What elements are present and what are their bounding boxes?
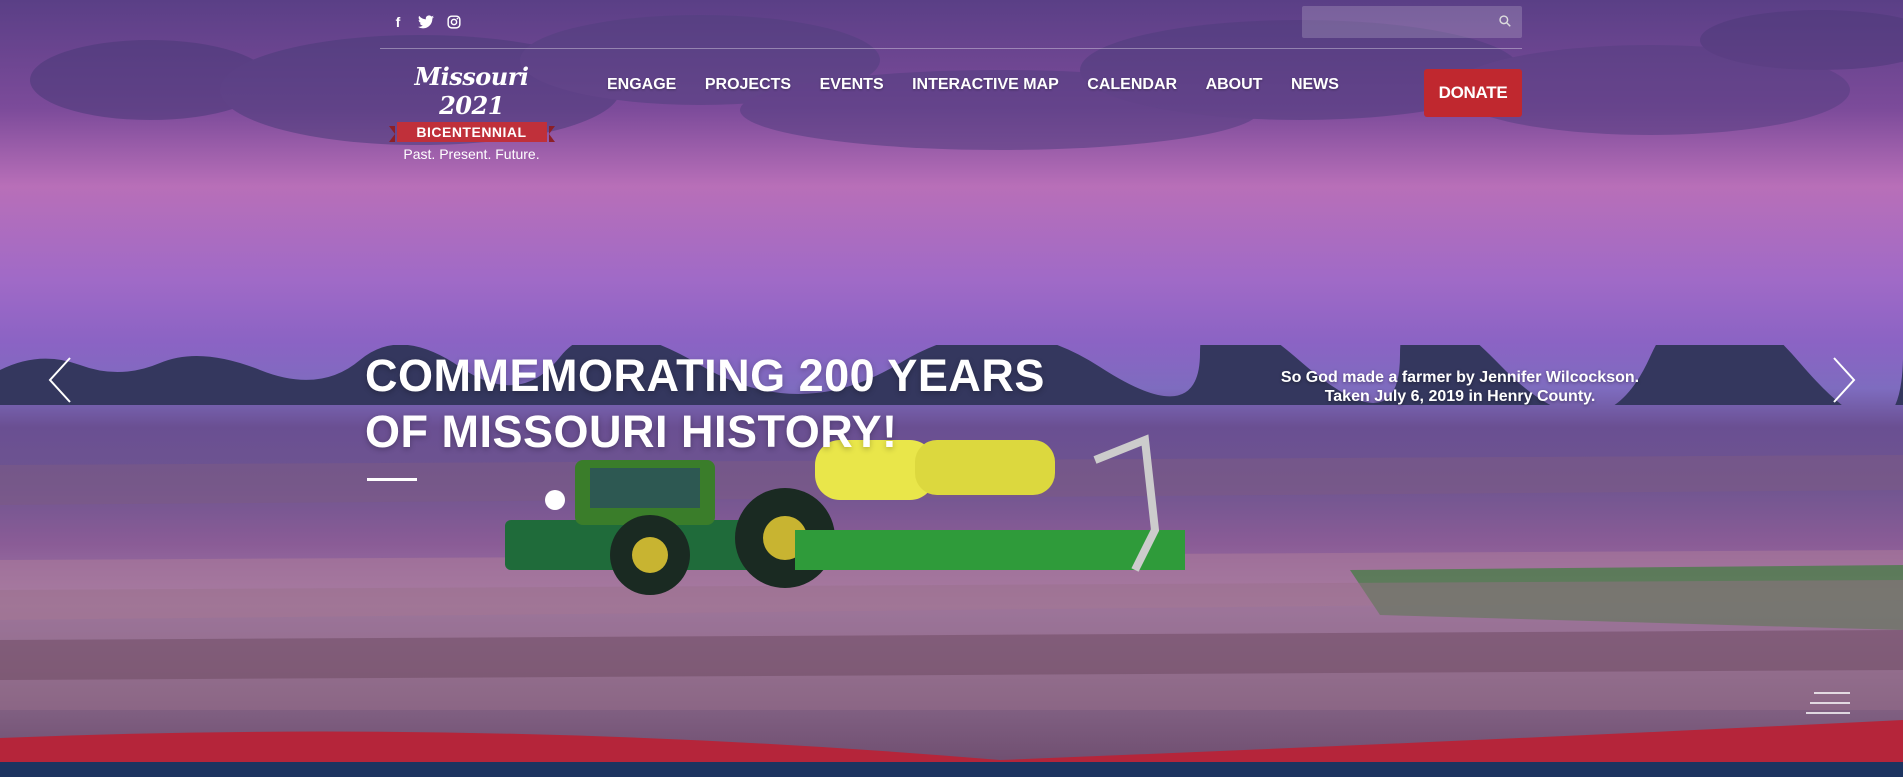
nav-calendar[interactable]: CALENDAR <box>1087 76 1177 94</box>
search-icon[interactable] <box>1498 14 1512 28</box>
logo-tagline: Past. Present. Future. <box>403 146 540 162</box>
caption-line-2: Taken July 6, 2019 in Henry County. <box>1324 388 1596 405</box>
nav-engage[interactable]: ENGAGE <box>607 76 676 94</box>
site-logo[interactable]: Missouri 2021 BICENTENNIAL Past. Present… <box>388 62 555 162</box>
nav-about[interactable]: ABOUT <box>1206 76 1263 94</box>
search-box <box>1302 6 1522 38</box>
slide-menu-icon[interactable] <box>1804 690 1854 716</box>
social-links: f <box>390 14 462 30</box>
donate-button[interactable]: DONATE <box>1424 69 1522 117</box>
top-bar: f <box>380 0 1522 49</box>
main-nav: ENGAGE PROJECTS EVENTS INTERACTIVE MAP C… <box>607 76 1367 94</box>
nav-news[interactable]: NEWS <box>1291 76 1339 94</box>
nav-interactive-map[interactable]: INTERACTIVE MAP <box>912 76 1059 94</box>
logo-ribbon: BICENTENNIAL <box>388 122 555 142</box>
logo-script: Missouri 2021 <box>414 62 529 120</box>
next-slide-arrow-icon[interactable] <box>1830 356 1858 404</box>
photo-caption: So God made a farmer by Jennifer Wilcock… <box>1230 368 1690 406</box>
headline-line-2: OF MISSOURI HISTORY! <box>365 406 898 457</box>
twitter-icon[interactable] <box>418 14 434 30</box>
caption-line-1: So God made a farmer by Jennifer Wilcock… <box>1280 369 1640 386</box>
nav-projects[interactable]: PROJECTS <box>705 76 791 94</box>
bottom-navy-band <box>0 762 1903 777</box>
facebook-icon[interactable]: f <box>390 14 406 30</box>
nav-events[interactable]: EVENTS <box>820 76 884 94</box>
instagram-icon[interactable] <box>446 14 462 30</box>
search-input[interactable] <box>1302 6 1502 38</box>
hero-headline: COMMEMORATING 200 YEARS OF MISSOURI HIST… <box>365 348 1165 460</box>
headline-underline <box>367 478 417 481</box>
headline-line-1: COMMEMORATING 200 YEARS <box>365 350 1045 401</box>
prev-slide-arrow-icon[interactable] <box>46 356 74 404</box>
